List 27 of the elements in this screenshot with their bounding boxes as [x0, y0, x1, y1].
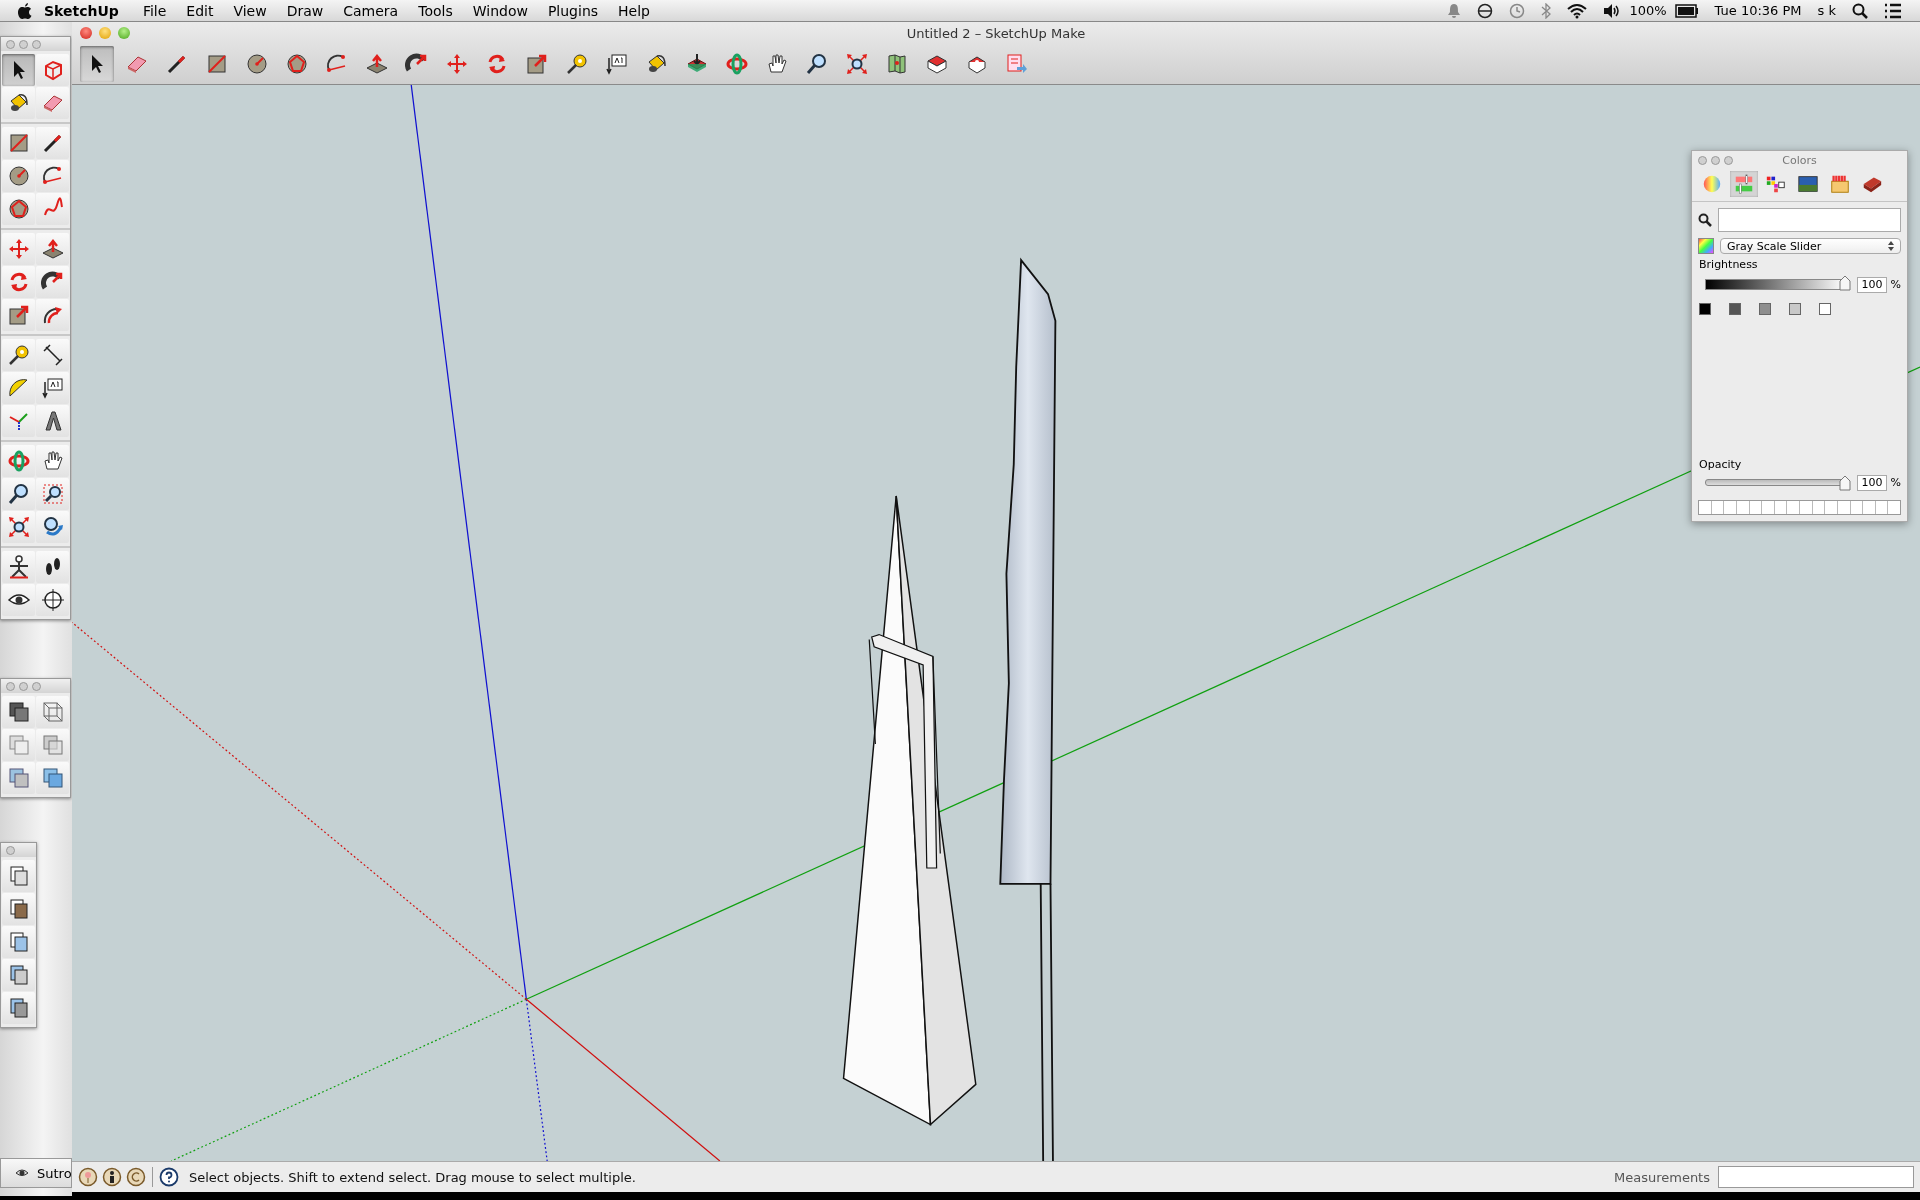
measurements-label: Measurements [1613, 1169, 1710, 1185]
menu-item[interactable]: Plugins [537, 2, 609, 19]
window-title: Untitled 2 – SketchUp Make [906, 25, 1086, 41]
window-title: Sutro [37, 1165, 71, 1181]
menu-item[interactable]: Help [608, 2, 660, 19]
menu-item[interactable]: Edit [176, 2, 224, 19]
mode-dropdown[interactable]: Gray Scale Slider [1720, 238, 1901, 254]
battery-percent: 100% [1629, 3, 1667, 18]
background-window[interactable]: Sutro [0, 1158, 72, 1188]
menu-item[interactable]: Window [462, 2, 538, 19]
status-message: Select objects. Shift to extend select. Drag mouse to select multiple. [189, 1169, 636, 1185]
clock[interactable]: Tue 10:36 PM [1714, 3, 1802, 18]
menu-item[interactable]: File [132, 2, 177, 19]
user-name[interactable]: s k [1817, 3, 1836, 18]
slider-label: Brightness [1698, 257, 1759, 271]
menu-item[interactable]: Camera [333, 2, 409, 19]
slider-label: Opacity [1698, 457, 1743, 471]
percent-sign: % [1890, 476, 1901, 489]
menu-item[interactable]: Draw [276, 2, 334, 19]
panel-title: Colors [1782, 153, 1817, 167]
model-viewport[interactable]: Colors Gray Scale Slider Brightness 100 % Opacity 100 % [72, 85, 1920, 1161]
percent-field[interactable]: 100 [1856, 474, 1887, 491]
app-menu[interactable]: SketchUp [44, 2, 119, 19]
menu-item[interactable]: Tools [408, 2, 463, 19]
percent-field[interactable]: 100 [1856, 276, 1887, 293]
percent-sign: % [1890, 278, 1901, 291]
menu-item[interactable]: View [223, 2, 277, 19]
